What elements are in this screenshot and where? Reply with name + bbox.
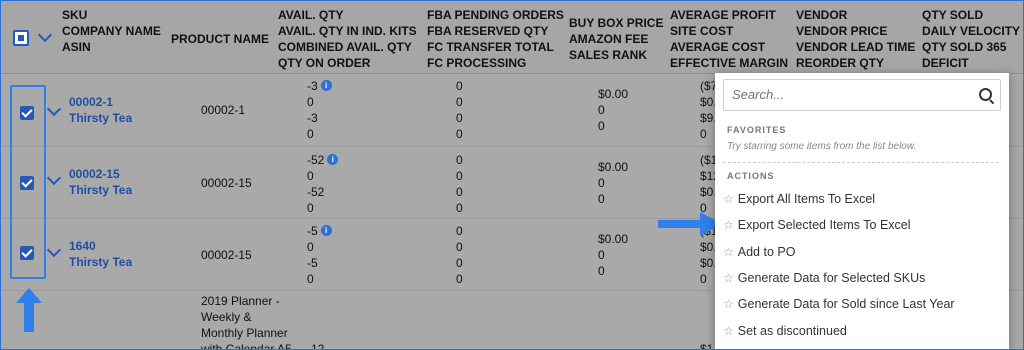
menu-search-box[interactable]: [723, 79, 1001, 111]
star-icon[interactable]: ☆: [723, 192, 734, 206]
profit-cell: $1: [700, 342, 714, 350]
product-name-cell: 00002-15: [201, 176, 252, 190]
product-name-cell: 00002-1: [201, 103, 246, 117]
star-icon[interactable]: ☆: [723, 271, 734, 285]
header-fba[interactable]: FBA PENDING ORDERS FBA RESERVED QTY FC T…: [427, 7, 564, 71]
header-vendor[interactable]: VENDOR VENDOR PRICE VENDOR LEAD TIME REO…: [796, 7, 915, 71]
product-name-cell: 00002-15: [201, 248, 252, 262]
star-icon[interactable]: ☆: [723, 324, 734, 338]
expand-all-chevron-icon[interactable]: [37, 27, 53, 43]
search-icon[interactable]: [979, 88, 992, 101]
menu-item-generate-sold[interactable]: ☆ Generate Data for Sold since Last Year: [723, 293, 999, 315]
sku-link[interactable]: 1640 Thirsty Tea: [69, 238, 132, 270]
menu-search-input[interactable]: [724, 80, 970, 108]
avail-qty-cell: -3 i 0 -3 0: [307, 78, 332, 142]
info-icon[interactable]: i: [327, 154, 339, 165]
favorites-section-title: FAVORITES: [727, 125, 787, 135]
app-frame: SKU COMPANY NAME ASIN PRODUCT NAME AVAIL…: [0, 0, 1024, 350]
select-all-checkbox[interactable]: [13, 30, 29, 46]
header-sku[interactable]: SKU COMPANY NAME ASIN: [62, 7, 161, 55]
info-icon[interactable]: i: [320, 80, 332, 91]
avail-qty-cell: -5 i 0 -5 0: [307, 223, 332, 287]
menu-item-generate-selected[interactable]: ☆ Generate Data for Selected SKUs: [723, 267, 999, 289]
star-icon[interactable]: ☆: [723, 297, 734, 311]
product-name-cell: 2019 Planner - Weekly & Monthly Planner …: [201, 294, 292, 350]
info-icon[interactable]: i: [320, 225, 332, 236]
avail-qty-cell: -52 i 0 -52 0: [307, 152, 339, 216]
avail-qty-cell: -12: [307, 342, 325, 350]
row-expand-chevron-icon[interactable]: [46, 170, 62, 186]
sku-link[interactable]: 00002-1 Thirsty Tea: [69, 94, 132, 126]
header-profit[interactable]: AVERAGE PROFIT SITE COST AVERAGE COST EF…: [670, 7, 788, 71]
fba-cell: 0 0 0 0: [456, 79, 463, 141]
favorites-empty-note: Try starring some items from the list be…: [727, 141, 917, 152]
fba-cell: 0 0 0 0: [456, 224, 463, 286]
header-qty-sold[interactable]: QTY SOLD DAILY VELOCITY QTY SOLD 365 DEF…: [922, 7, 1020, 71]
arrow-up-icon: [16, 288, 42, 332]
actions-section-title: ACTIONS: [727, 171, 775, 181]
grid-header: SKU COMPANY NAME ASIN PRODUCT NAME AVAIL…: [1, 1, 1023, 74]
row-expand-chevron-icon[interactable]: [46, 242, 62, 258]
header-avail-qty[interactable]: AVAIL. QTY AVAIL. QTY IN IND. KITS COMBI…: [278, 7, 417, 71]
menu-item-add-to-po[interactable]: ☆ Add to PO: [723, 241, 999, 263]
menu-item-set-discontinued[interactable]: ☆ Set as discontinued: [723, 320, 999, 342]
buybox-cell: $0.00 0 0: [598, 87, 629, 133]
fba-cell: 0 0 0 0: [456, 153, 463, 215]
buybox-cell: $0.00 0 0: [598, 160, 629, 206]
sku-link[interactable]: 00002-15 Thirsty Tea: [69, 166, 132, 198]
actions-dropdown-menu: FAVORITES Try starring some items from t…: [715, 73, 1009, 349]
star-icon[interactable]: ☆: [723, 218, 734, 232]
menu-divider: [723, 162, 999, 163]
header-product-name[interactable]: PRODUCT NAME: [171, 31, 269, 47]
checkbox-highlight-box: [10, 85, 46, 279]
header-buybox[interactable]: BUY BOX PRICE AMAZON FEE SALES RANK: [569, 15, 663, 63]
arrow-right-icon: [658, 212, 722, 236]
buybox-cell: $0.00 0 0: [598, 232, 629, 278]
menu-item-export-all[interactable]: ☆ Export All Items To Excel: [723, 188, 999, 210]
menu-item-export-selected[interactable]: ☆ Export Selected Items To Excel: [723, 214, 999, 236]
row-expand-chevron-icon[interactable]: [46, 101, 62, 117]
star-icon[interactable]: ☆: [723, 245, 734, 259]
